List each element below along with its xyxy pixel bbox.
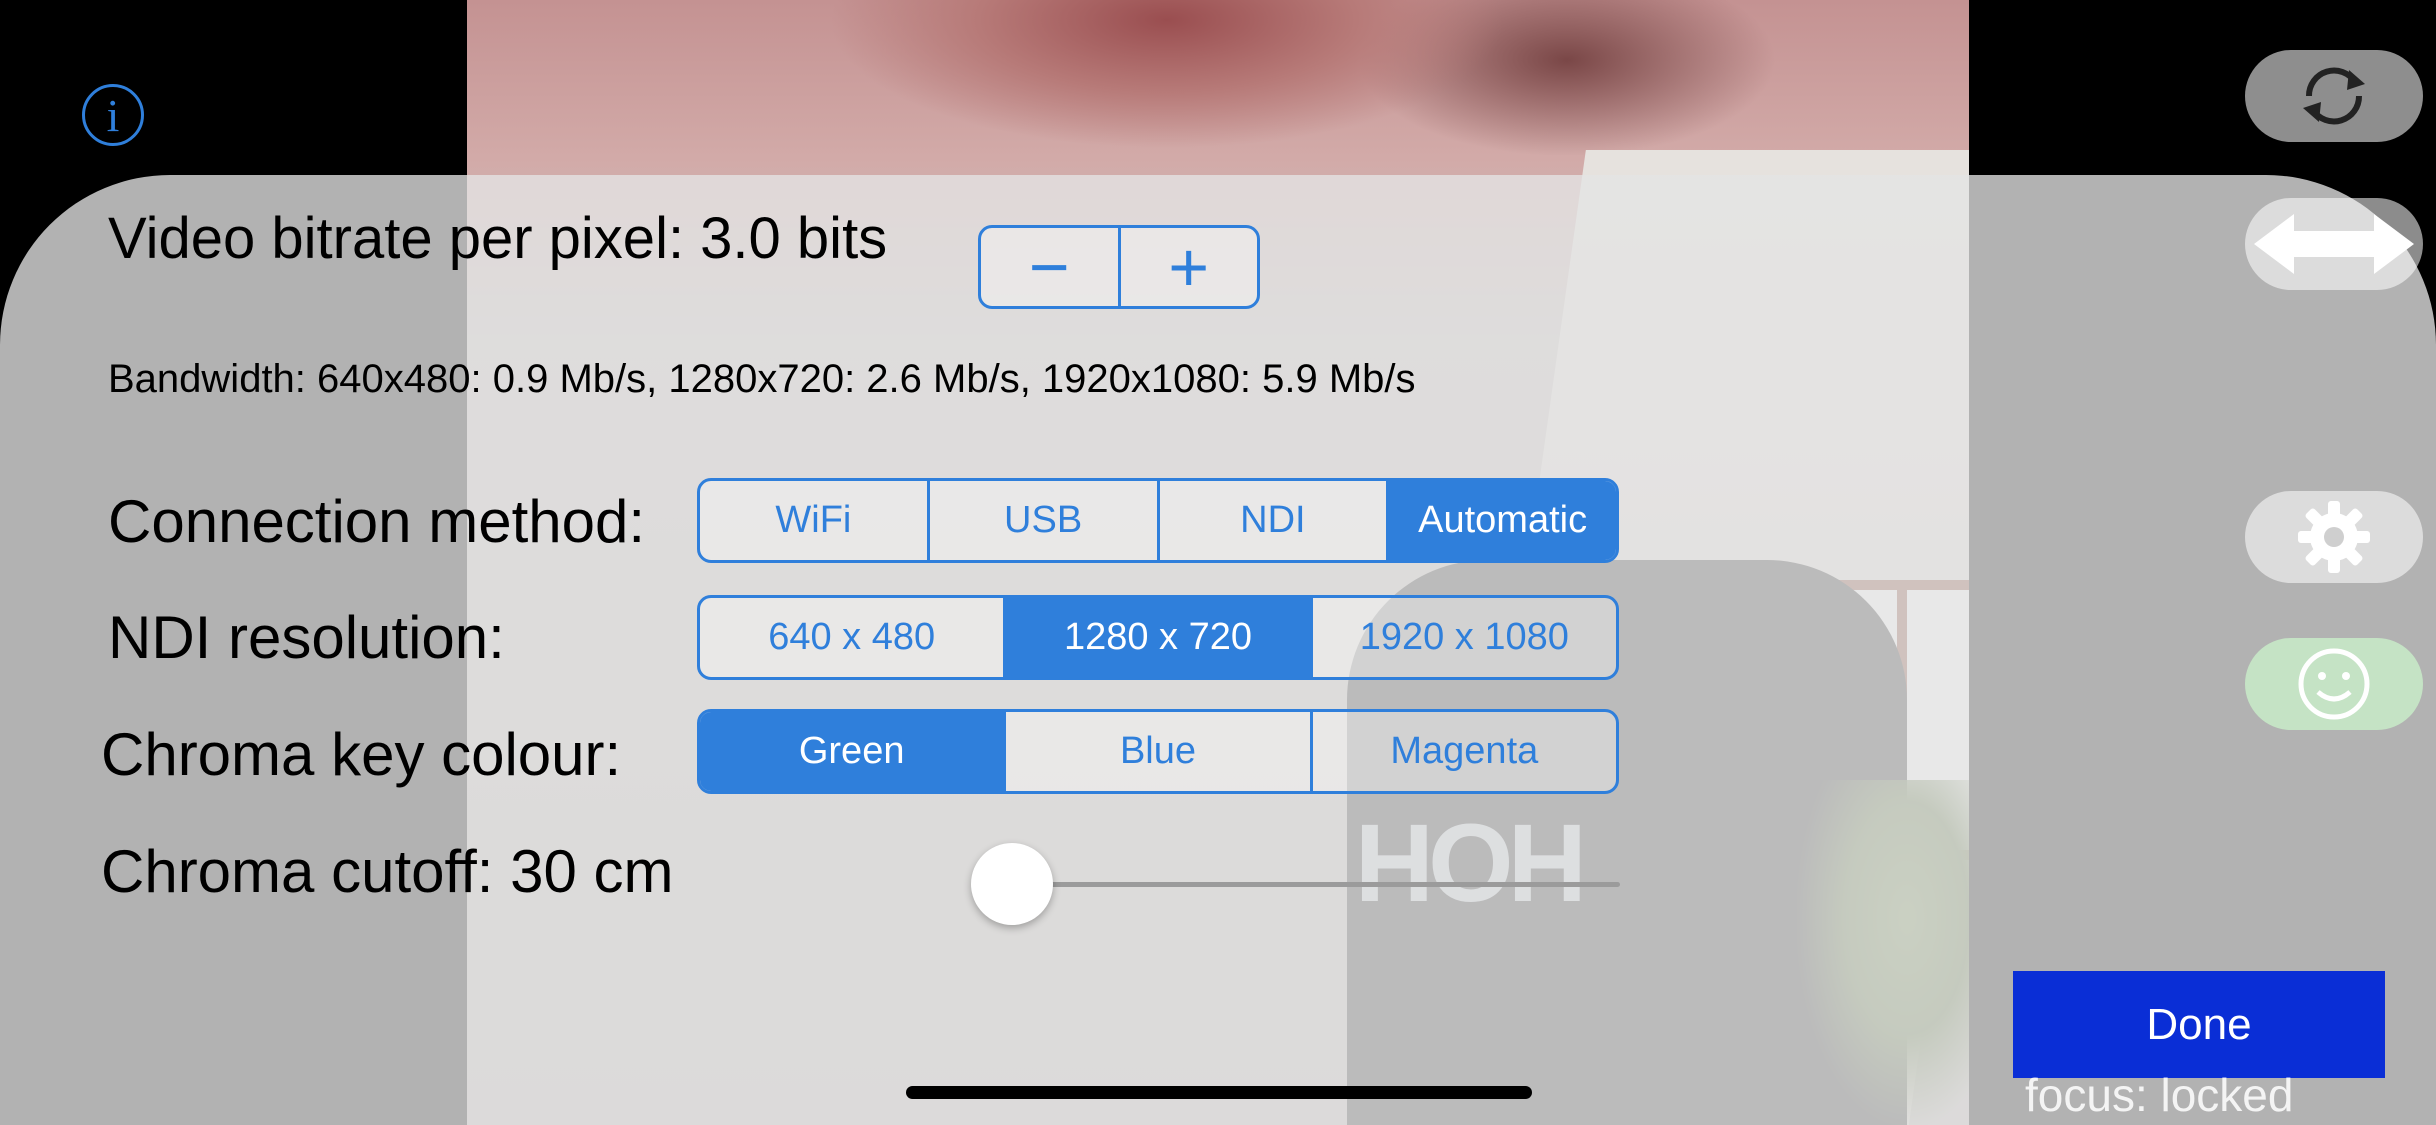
info-button[interactable]: i — [82, 84, 144, 146]
rotate-camera-button[interactable] — [2245, 50, 2423, 142]
swap-horizontal-icon — [2254, 214, 2414, 274]
resolution-option-1920x1080[interactable]: 1920 x 1080 — [1309, 598, 1616, 677]
chroma-cutoff-slider-track[interactable] — [1012, 882, 1620, 887]
chroma-cutoff-label: Chroma cutoff: 30 cm — [101, 838, 674, 905]
colour-option-blue[interactable]: Blue — [1003, 712, 1309, 791]
bitrate-decrement-button[interactable]: − — [981, 228, 1118, 306]
chroma-key-colour-label: Chroma key colour: — [101, 721, 622, 788]
settings-button[interactable] — [2245, 491, 2423, 583]
bitrate-label: Video bitrate per pixel: 3.0 bits — [108, 206, 888, 271]
connection-option-automatic[interactable]: Automatic — [1386, 481, 1616, 560]
resolution-option-640x480[interactable]: 640 x 480 — [700, 598, 1003, 677]
face-tracking-button[interactable] — [2245, 638, 2423, 730]
ndi-resolution-selector[interactable]: 640 x 480 1280 x 720 1920 x 1080 — [697, 595, 1619, 680]
connection-option-usb[interactable]: USB — [926, 481, 1157, 560]
done-button[interactable]: Done — [2013, 971, 2385, 1078]
bandwidth-info: Bandwidth: 640x480: 0.9 Mb/s, 1280x720: … — [108, 357, 1416, 401]
face-tracking-icon — [2298, 648, 2370, 720]
resolution-option-1280x720[interactable]: 1280 x 720 — [1003, 598, 1310, 677]
colour-option-green[interactable]: Green — [700, 712, 1004, 791]
connection-method-label: Connection method: — [108, 488, 646, 555]
ndi-resolution-label: NDI resolution: — [108, 604, 505, 671]
bitrate-stepper[interactable]: − + — [978, 225, 1260, 309]
connection-option-wifi[interactable]: WiFi — [700, 481, 927, 560]
home-indicator — [906, 1086, 1532, 1099]
swap-direction-button[interactable] — [2245, 198, 2423, 290]
camera-rotate-icon — [2303, 67, 2365, 125]
connection-method-selector[interactable]: WiFi USB NDI Automatic — [697, 478, 1619, 563]
chroma-key-colour-selector[interactable]: Green Blue Magenta — [697, 709, 1619, 794]
gear-icon — [2298, 501, 2370, 573]
chroma-cutoff-slider-thumb[interactable] — [971, 843, 1053, 925]
focus-status-text: focus: locked — [2025, 1069, 2294, 1121]
bitrate-increment-button[interactable]: + — [1117, 228, 1258, 306]
colour-option-magenta[interactable]: Magenta — [1309, 712, 1616, 791]
connection-option-ndi[interactable]: NDI — [1156, 481, 1387, 560]
info-icon: i — [106, 89, 120, 141]
